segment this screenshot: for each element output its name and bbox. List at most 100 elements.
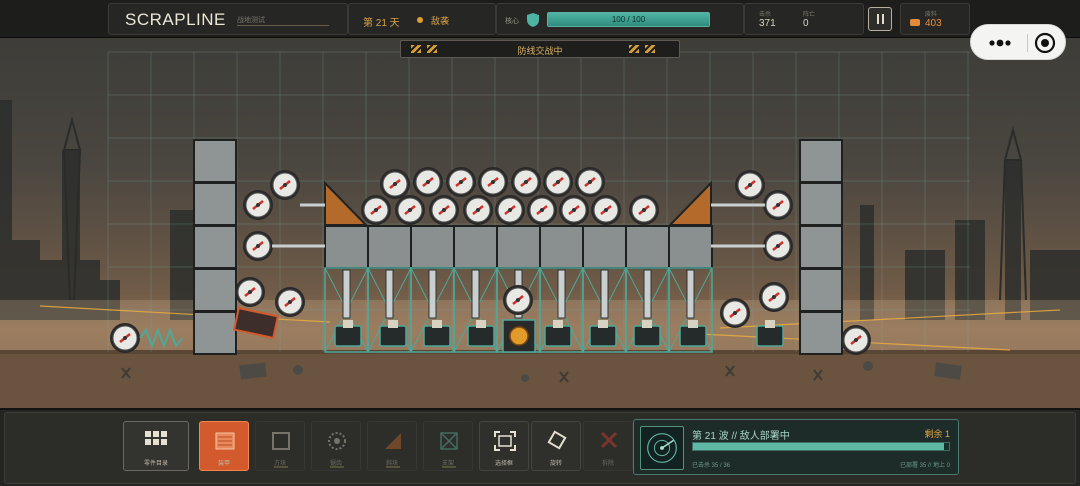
- saw-blade: [243, 190, 273, 220]
- parts-catalog-label: 零件目录: [143, 461, 168, 467]
- saw-hub: [442, 208, 446, 212]
- game-scene[interactable]: [0, 0, 1080, 410]
- radar-icon: [640, 426, 684, 470]
- engine-unit: [544, 325, 572, 347]
- saw-hub: [524, 180, 528, 184]
- tool-slot-strut[interactable]: 支架: [423, 421, 473, 471]
- saw-hub: [516, 298, 520, 302]
- saw-hub: [459, 180, 463, 184]
- more-options-icon[interactable]: [983, 34, 1017, 52]
- strut-icon: [440, 432, 458, 450]
- engine-unit: [756, 325, 784, 347]
- deck-block: [625, 225, 670, 269]
- piston: [557, 269, 566, 319]
- saw-blade: [503, 285, 533, 315]
- tool-slot-armor[interactable]: 装甲: [199, 421, 249, 471]
- engine-cap: [642, 320, 652, 328]
- wedge-icon: [385, 433, 401, 449]
- saw-blade: [395, 195, 425, 225]
- engine-cap: [553, 320, 563, 328]
- engine-unit: [633, 325, 661, 347]
- saw-blade: [463, 195, 493, 225]
- saw-blade: [511, 167, 541, 197]
- hazard-stripe: [645, 45, 655, 53]
- tool-slot-label: 选择框: [494, 461, 513, 467]
- saw-blade: [380, 169, 410, 199]
- wall-block: [799, 225, 843, 269]
- tool-slot-block[interactable]: 方块: [255, 421, 305, 471]
- saw-blade: [110, 323, 140, 353]
- wall-block: [193, 268, 237, 312]
- saw-hub: [540, 208, 544, 212]
- saw-blade: [559, 195, 589, 225]
- saw-blade: [575, 167, 605, 197]
- saw-blade: [763, 190, 793, 220]
- wave-progress-fill: [693, 443, 944, 450]
- deck-block: [324, 225, 369, 269]
- engine-unit: [423, 325, 451, 347]
- saw-hub: [248, 290, 252, 294]
- wave-status-panel: 第 21 波 // 敌人部署中 剩余 1 已击杀 35 / 36 已部署 35 …: [633, 419, 959, 475]
- piston: [471, 269, 480, 319]
- saw-blade: [591, 195, 621, 225]
- engine-unit: [379, 325, 407, 347]
- resource-value: 403: [925, 18, 942, 29]
- pause-button[interactable]: [868, 7, 892, 31]
- deck-block: [496, 225, 541, 269]
- saw-blade: [629, 195, 659, 225]
- saw-hub: [772, 295, 776, 299]
- saw-blade: [759, 282, 789, 312]
- block-icon: [272, 432, 290, 450]
- tool-slot-delete[interactable]: 拆除: [583, 421, 633, 471]
- deck-block: [367, 225, 412, 269]
- deck-block: [453, 225, 498, 269]
- saw-blade: [243, 231, 273, 261]
- wall-block: [193, 311, 237, 355]
- core-health-bar: 100 / 100: [547, 12, 710, 27]
- saw-blade: [735, 170, 765, 200]
- core-gear-icon: [509, 326, 529, 346]
- saw-hub: [776, 244, 780, 248]
- saw-hub: [556, 180, 560, 184]
- day-panel: 第 21 天 敌袭: [348, 3, 496, 35]
- engine-cap: [432, 320, 442, 328]
- engine-cap: [598, 320, 608, 328]
- game-subtitle: 战地测试: [237, 17, 265, 24]
- wall-block: [799, 268, 843, 312]
- saw-hub: [288, 300, 292, 304]
- left-wedge-armor: [324, 180, 369, 226]
- engine-cap: [388, 320, 398, 328]
- grid-icon: [145, 431, 167, 445]
- wall-block: [799, 139, 843, 183]
- shield-icon: [527, 13, 539, 27]
- tool-slot-frame-select[interactable]: 选择框: [479, 421, 529, 471]
- saw-hub: [604, 208, 608, 212]
- resource-caption: 废料: [925, 12, 938, 18]
- tool-slot-label: 装甲: [217, 461, 230, 467]
- saw-hub: [491, 180, 495, 184]
- parts-catalog-button[interactable]: 零件目录: [123, 421, 189, 471]
- title-panel: SCRAPLINE 战地测试: [108, 3, 348, 35]
- engine-cap: [343, 320, 353, 328]
- saw-blade: [543, 167, 573, 197]
- wall-block: [193, 182, 237, 226]
- saw-hub: [283, 183, 287, 187]
- wall-block: [799, 311, 843, 355]
- saw-blade: [361, 195, 391, 225]
- engine-unit: [589, 325, 617, 347]
- saw-blade: [446, 167, 476, 197]
- wave-title: 第 21 波 // 敌人部署中: [692, 431, 790, 442]
- wall-block: [193, 139, 237, 183]
- core-panel: 核心 100 / 100: [496, 3, 744, 35]
- wall-block: [193, 225, 237, 269]
- resource-panel: 废料 403: [900, 3, 970, 35]
- tool-slot-rotate[interactable]: 旋转: [531, 421, 581, 471]
- core-label: 核心: [505, 18, 519, 25]
- close-target-icon[interactable]: [1033, 32, 1057, 54]
- tool-slot-saw[interactable]: 锯齿: [311, 421, 361, 471]
- losses-value: 0: [803, 18, 809, 29]
- tool-slot-wedge[interactable]: 斜块: [367, 421, 417, 471]
- saw-hub: [408, 208, 412, 212]
- saw-hub: [748, 183, 752, 187]
- battlefield-canvas[interactable]: [0, 0, 1080, 410]
